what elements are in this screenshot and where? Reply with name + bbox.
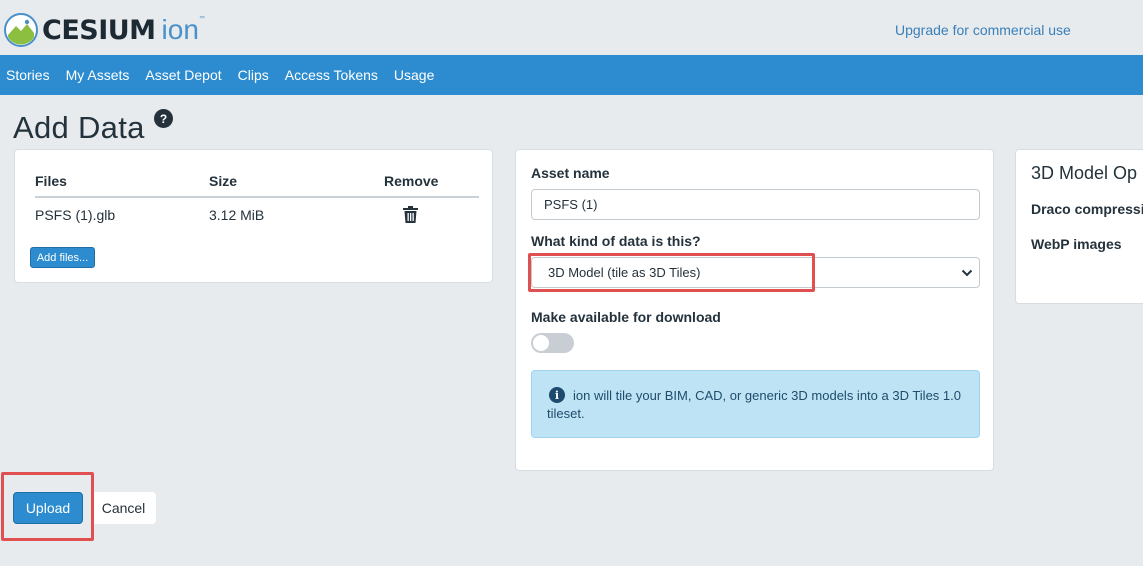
nav-item-my-assets[interactable]: My Assets — [66, 67, 130, 83]
data-kind-selected-value: 3D Model (tile as 3D Tiles) — [548, 265, 701, 280]
file-size: 3.12 MiB — [209, 207, 265, 223]
download-toggle[interactable] — [531, 333, 574, 353]
data-kind-select[interactable]: 3D Model (tile as 3D Tiles) — [531, 257, 980, 288]
page-title: Add Data — [13, 110, 145, 145]
info-text: ion will tile your BIM, CAD, or generic … — [547, 388, 961, 421]
webp-images-label: WebP images — [1031, 236, 1122, 252]
cesium-logo-icon — [4, 13, 38, 47]
help-icon[interactable]: ? — [154, 109, 173, 128]
files-table: Files Size Remove PSFS (1).glb 3.12 MiB — [35, 170, 479, 232]
asset-panel: Asset name PSFS (1) What kind of data is… — [515, 149, 994, 471]
remove-column-header: Remove — [384, 173, 439, 189]
cancel-button[interactable]: Cancel — [91, 492, 156, 524]
download-label: Make available for download — [531, 309, 721, 325]
size-column-header: Size — [209, 173, 238, 189]
logo-wordmark: CESIUM — [42, 14, 156, 46]
nav-item-clips[interactable]: Clips — [238, 67, 269, 83]
nav-item-usage[interactable]: Usage — [394, 67, 434, 83]
add-files-button[interactable]: Add files... — [30, 247, 95, 268]
files-column-header: Files — [35, 173, 67, 189]
cesium-ion-logo[interactable]: CESIUM ion ™ — [4, 10, 205, 50]
file-name: PSFS (1).glb — [35, 207, 116, 223]
data-kind-label: What kind of data is this? — [531, 233, 701, 249]
files-panel: Files Size Remove PSFS (1).glb 3.12 MiB … — [14, 149, 493, 283]
files-table-header: Files Size Remove — [35, 170, 479, 198]
nav-item-stories[interactable]: Stories — [6, 67, 50, 83]
toggle-knob — [533, 335, 549, 351]
info-alert: i ion will tile your BIM, CAD, or generi… — [531, 370, 980, 438]
upgrade-link[interactable]: Upgrade for commercial use — [895, 22, 1071, 38]
logo-ion: ion — [161, 14, 199, 45]
trash-icon[interactable] — [403, 206, 418, 223]
asset-name-input[interactable]: PSFS (1) — [531, 189, 980, 220]
nav-item-asset-depot[interactable]: Asset Depot — [145, 67, 221, 83]
main-nav: Stories My Assets Asset Depot Clips Acce… — [0, 55, 1143, 95]
table-row: PSFS (1).glb 3.12 MiB — [35, 198, 479, 232]
model-options-title: 3D Model Op — [1031, 163, 1138, 183]
chevron-down-icon — [961, 269, 973, 277]
app-header: CESIUM ion ™ Upgrade for commercial use — [0, 0, 1143, 55]
model-options-panel: 3D Model Op Draco compressi WebP images — [1015, 149, 1143, 304]
logo-trademark: ™ — [198, 16, 205, 22]
draco-compression-label: Draco compressi — [1031, 201, 1143, 217]
nav-item-access-tokens[interactable]: Access Tokens — [285, 67, 378, 83]
upload-button[interactable]: Upload — [13, 492, 83, 524]
asset-name-label: Asset name — [531, 165, 610, 181]
